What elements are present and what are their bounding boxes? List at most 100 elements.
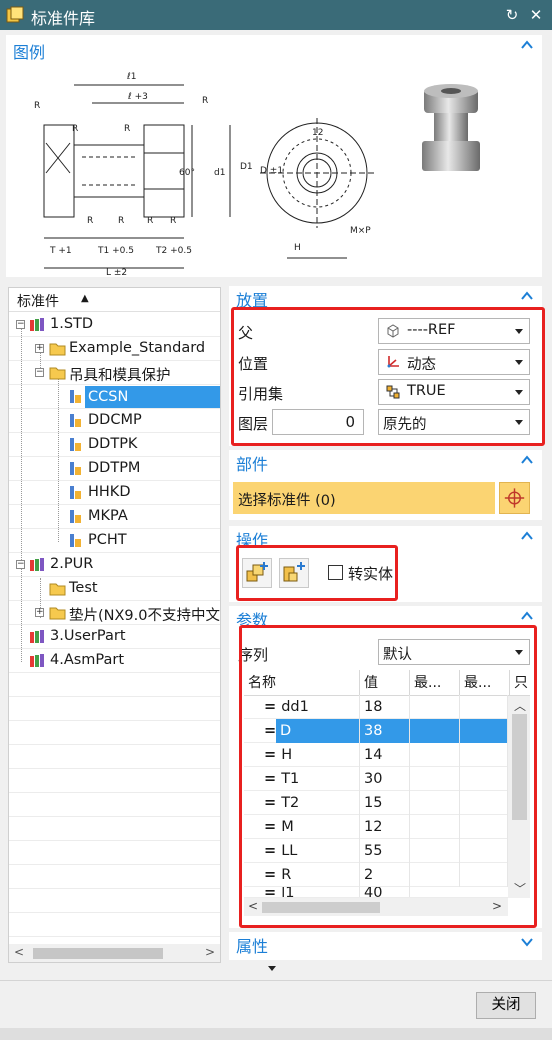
part-icon bbox=[70, 486, 81, 499]
part-icon bbox=[70, 534, 81, 547]
collapse-icon[interactable]: − bbox=[16, 560, 25, 569]
tree-header[interactable]: 标准件 ▲ bbox=[9, 288, 220, 312]
folder-icon bbox=[49, 583, 66, 596]
folder-icon bbox=[49, 343, 66, 356]
collapse-icon[interactable]: − bbox=[35, 368, 44, 377]
svg-text:R: R bbox=[87, 216, 93, 226]
tree-node-1-std[interactable]: − 1.STD bbox=[9, 313, 220, 337]
tree-node-ddtpk[interactable]: DDTPK bbox=[9, 433, 220, 457]
tree-node-mkpa[interactable]: MKPA bbox=[9, 505, 220, 529]
highlight-box-placement bbox=[231, 307, 545, 446]
scrollbar-thumb[interactable] bbox=[33, 948, 163, 959]
svg-text:R: R bbox=[147, 216, 153, 226]
tree-empty-row bbox=[9, 841, 220, 865]
expand-icon[interactable]: + bbox=[35, 344, 44, 353]
tree-node-hhkd[interactable]: HHKD bbox=[9, 481, 220, 505]
library-icon bbox=[30, 558, 44, 571]
crosshair-icon bbox=[504, 488, 525, 508]
tree-horizontal-scrollbar[interactable]: < > bbox=[9, 944, 220, 962]
tree-node-ddcmp[interactable]: DDCMP bbox=[9, 409, 220, 433]
attributes-section-header[interactable]: 属性 bbox=[229, 932, 542, 958]
svg-text:H: H bbox=[294, 243, 301, 253]
tree-empty-row bbox=[9, 697, 220, 721]
tree-node-4-asmpart[interactable]: 4.AsmPart bbox=[9, 649, 220, 673]
part-3d-render bbox=[422, 84, 480, 171]
part-icon bbox=[70, 510, 81, 523]
taskbar-strip bbox=[0, 1028, 552, 1040]
tree-node-gasket[interactable]: + 垫片(NX9.0不支持中文 bbox=[9, 601, 220, 625]
scroll-right-icon[interactable]: > bbox=[205, 945, 215, 959]
svg-text:R: R bbox=[170, 216, 176, 226]
tree-empty-row bbox=[9, 721, 220, 745]
tree-node-test[interactable]: Test bbox=[9, 577, 220, 601]
highlight-box-parameters bbox=[239, 625, 537, 928]
svg-text:M×P: M×P bbox=[350, 226, 371, 236]
collapse-chevron-icon[interactable] bbox=[520, 529, 534, 543]
svg-text:ℓ1: ℓ1 bbox=[126, 72, 136, 82]
close-button[interactable]: 关闭 bbox=[476, 992, 536, 1019]
library-icon bbox=[30, 318, 44, 331]
part-section-header[interactable]: 部件 bbox=[229, 450, 542, 476]
tree-node-lifting-mold-protection[interactable]: − 吊具和模具保护 bbox=[9, 361, 220, 385]
folder-open-icon bbox=[49, 367, 66, 380]
svg-text:60°: 60° bbox=[179, 168, 195, 178]
folder-icon bbox=[49, 607, 66, 620]
figure-section-header[interactable]: 图例 bbox=[6, 35, 542, 62]
attributes-title: 属性 bbox=[236, 937, 269, 956]
collapse-chevron-icon[interactable] bbox=[520, 453, 534, 467]
tree-node-3-userpart[interactable]: 3.UserPart bbox=[9, 625, 220, 649]
select-standard-part[interactable]: 选择标准件 (0) bbox=[233, 482, 495, 514]
highlight-box-operation bbox=[236, 545, 398, 601]
standard-part-drawing: R R R R R R R R ℓ1 ℓ +3 T +1 T1 +0.5 T2 +0.5 L ±2… bbox=[34, 72, 374, 275]
svg-text:T +1: T +1 bbox=[49, 246, 72, 256]
divider bbox=[0, 980, 552, 981]
svg-text:R: R bbox=[34, 101, 40, 111]
expand-icon[interactable]: + bbox=[35, 608, 44, 617]
tree-empty-row bbox=[9, 793, 220, 817]
tree-node-ddtpm[interactable]: DDTPM bbox=[9, 457, 220, 481]
collapse-chevron-icon[interactable] bbox=[520, 609, 534, 623]
figure-title: 图例 bbox=[13, 43, 46, 62]
tree-empty-row bbox=[9, 889, 220, 913]
svg-text:T2 +0.5: T2 +0.5 bbox=[155, 246, 192, 256]
tree-empty-row bbox=[9, 913, 220, 937]
svg-text:R: R bbox=[202, 96, 208, 106]
svg-text:12: 12 bbox=[312, 128, 323, 138]
standard-library-tree[interactable]: 标准件 ▲ − 1.STD + Example_Standard − 吊具和模具… bbox=[8, 287, 221, 963]
svg-text:R: R bbox=[118, 216, 124, 226]
tree-node-example-standard[interactable]: + Example_Standard bbox=[9, 337, 220, 361]
svg-text:d1: d1 bbox=[214, 168, 225, 178]
tree-empty-row bbox=[9, 673, 220, 697]
tree-empty-row bbox=[9, 745, 220, 769]
library-icon bbox=[30, 654, 44, 667]
svg-text:T1 +0.5: T1 +0.5 bbox=[97, 246, 134, 256]
sort-ascending-icon[interactable]: ▲ bbox=[81, 293, 89, 304]
expand-chevron-icon[interactable] bbox=[520, 935, 534, 949]
svg-text:ℓ +3: ℓ +3 bbox=[127, 92, 148, 102]
close-icon[interactable]: ✕ bbox=[527, 5, 545, 25]
scroll-left-icon[interactable]: < bbox=[14, 945, 24, 959]
tree-empty-row bbox=[9, 817, 220, 841]
tree-empty-row bbox=[9, 769, 220, 793]
more-options-icon[interactable] bbox=[268, 966, 276, 971]
figure-panel: 图例 R R R R R R R R ℓ1 ℓ +3 T +1 T1 +0.5 … bbox=[6, 35, 542, 277]
tree-node-2-pur[interactable]: − 2.PUR bbox=[9, 553, 220, 577]
collapse-chevron-icon[interactable] bbox=[520, 38, 534, 52]
crosshair-select-button[interactable] bbox=[499, 482, 530, 514]
reset-icon[interactable]: ↻ bbox=[503, 5, 521, 25]
part-icon bbox=[70, 390, 81, 403]
part-icon bbox=[70, 438, 81, 451]
collapse-icon[interactable]: − bbox=[16, 320, 25, 329]
svg-text:D1: D1 bbox=[240, 162, 253, 172]
tree-header-label: 标准件 bbox=[17, 294, 59, 310]
tree-empty-row bbox=[9, 865, 220, 889]
title-bar: 标准件库 ↻ ✕ bbox=[0, 0, 552, 30]
svg-text:L ±2: L ±2 bbox=[106, 268, 127, 275]
part-icon bbox=[70, 462, 81, 475]
tree-node-ccsn[interactable]: CCSN bbox=[9, 385, 220, 409]
tree-node-pcht[interactable]: PCHT bbox=[9, 529, 220, 553]
collapse-chevron-icon[interactable] bbox=[520, 289, 534, 303]
attributes-section: 属性 bbox=[229, 932, 542, 960]
window-title: 标准件库 bbox=[31, 9, 96, 28]
svg-text:D ±1: D ±1 bbox=[260, 166, 283, 176]
